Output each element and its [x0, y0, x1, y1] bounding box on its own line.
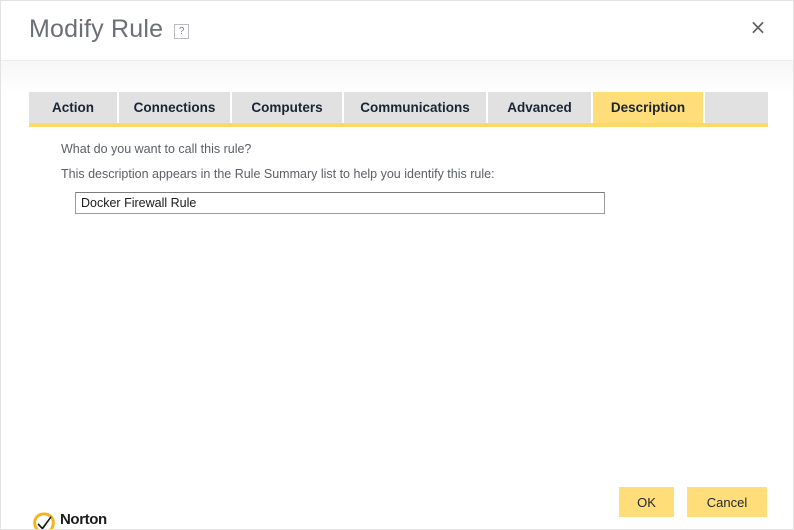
header-gradient-band	[1, 61, 793, 92]
help-question-icon[interactable]: ?	[174, 24, 190, 39]
brand-name: Norton	[60, 510, 107, 528]
tab-description[interactable]: Description	[593, 92, 705, 123]
tab-filler	[705, 92, 768, 123]
title-group: Modify Rule ?	[29, 15, 190, 43]
dialog-header: Modify Rule ? ×	[1, 1, 793, 61]
prompt-label: What do you want to call this rule?	[61, 142, 252, 156]
modify-rule-dialog: Modify Rule ? × Action Connections Compu…	[0, 0, 794, 530]
page-title: Modify Rule	[29, 15, 164, 43]
tab-bar: Action Connections Computers Communicati…	[29, 92, 768, 123]
dialog-content: What do you want to call this rule? This…	[1, 127, 793, 493]
dialog-footer: Norton by Symantec	[1, 493, 793, 530]
tab-action[interactable]: Action	[29, 92, 119, 123]
rule-name-input[interactable]	[75, 192, 605, 214]
tab-communications[interactable]: Communications	[344, 92, 488, 123]
ok-button[interactable]: OK	[619, 487, 674, 517]
description-helper-label: This description appears in the Rule Sum…	[61, 167, 495, 181]
tab-advanced[interactable]: Advanced	[488, 92, 593, 123]
norton-brand-logo: Norton by Symantec	[31, 511, 107, 530]
tab-computers[interactable]: Computers	[232, 92, 344, 123]
norton-checkmark-shield-icon	[31, 511, 57, 529]
close-icon[interactable]: ×	[745, 14, 771, 40]
tab-connections[interactable]: Connections	[119, 92, 232, 123]
brand-text-group: Norton by Symantec	[60, 512, 107, 530]
cancel-button[interactable]: Cancel	[687, 487, 767, 517]
